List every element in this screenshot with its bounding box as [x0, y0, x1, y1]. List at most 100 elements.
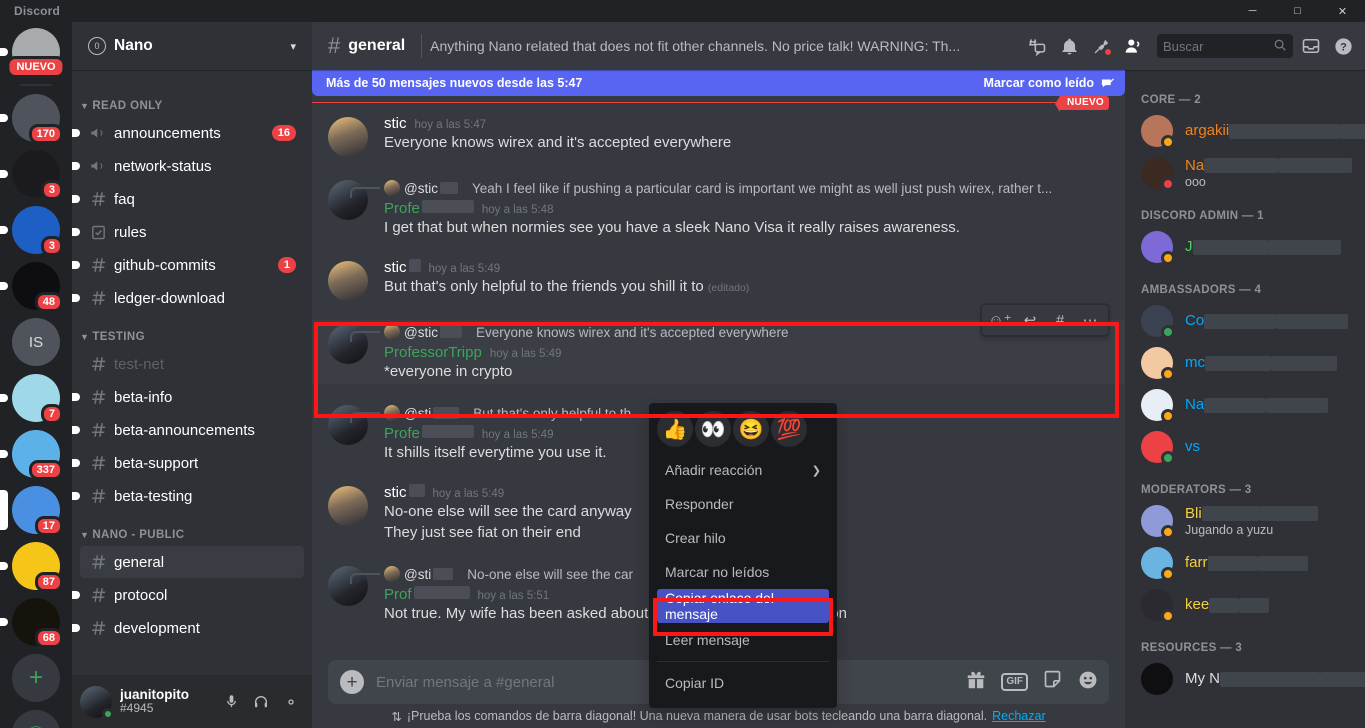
avatar[interactable]	[328, 486, 368, 526]
sidebar-item-beta-announcements[interactable]: beta-announcements	[72, 414, 304, 446]
avatar[interactable]	[1141, 231, 1175, 265]
server-item[interactable]: NUEVO	[0, 24, 72, 80]
member-list-item[interactable]: kee	[1133, 584, 1357, 626]
inbox-icon[interactable]	[1297, 32, 1325, 60]
server-icon-digibyte-server[interactable]: 3	[12, 206, 63, 256]
avatar[interactable]	[328, 566, 368, 606]
server-item[interactable]: IS	[0, 314, 72, 370]
avatar[interactable]	[1141, 431, 1175, 465]
threads-icon[interactable]	[1023, 32, 1051, 60]
server-item[interactable]: 87	[0, 538, 72, 594]
context-menu-item[interactable]: Marcar no leídos	[657, 555, 829, 589]
create-thread-icon[interactable]: #	[1046, 306, 1074, 334]
sidebar-item-beta-testing[interactable]: beta-testing	[72, 480, 304, 512]
avatar[interactable]	[1141, 663, 1173, 695]
user-identity[interactable]: juanitopito #4945	[120, 687, 218, 716]
hundred-points-emoji[interactable]: 💯	[771, 411, 807, 447]
member-list-item[interactable]: Na ooo	[1133, 152, 1357, 194]
member-list-item[interactable]: mc	[1133, 342, 1357, 384]
context-menu-item[interactable]: Leer mensaje	[657, 623, 829, 657]
member-list-item[interactable]: Bli Jugando a yuzu	[1133, 500, 1357, 542]
server-item[interactable]: 68	[0, 594, 72, 650]
server-icon-tron-server[interactable]: 3	[12, 150, 63, 200]
sidebar-item-beta-info[interactable]: beta-info	[72, 381, 304, 413]
sidebar-item-rules[interactable]: rules	[72, 216, 304, 248]
user-settings-gear-icon[interactable]	[278, 689, 304, 715]
member-list-item[interactable]: vs	[1133, 426, 1357, 468]
close-button[interactable]: ✕	[1320, 0, 1365, 22]
server-icon-yellow-server[interactable]: 87	[12, 542, 63, 592]
sidebar-item-general[interactable]: general	[80, 546, 304, 578]
member-list-item[interactable]: Co	[1133, 300, 1357, 342]
member-list-item[interactable]: Na	[1133, 384, 1357, 426]
server-icon-is-server[interactable]: IS	[12, 318, 60, 366]
mark-as-read-button[interactable]: Marcar como leído	[984, 76, 1115, 91]
avatar[interactable]	[1141, 347, 1175, 381]
thumbs-up-emoji[interactable]: 👍	[657, 411, 693, 447]
sidebar-item-protocol[interactable]: protocol	[72, 579, 304, 611]
sidebar-item-ledger-download[interactable]: ledger-download	[72, 282, 304, 314]
context-menu-item[interactable]: Responder	[657, 487, 829, 521]
server-icon-chart-server[interactable]: 17	[12, 486, 63, 536]
context-menu-item[interactable]: Añadir reacción ❯	[657, 453, 829, 487]
search-input[interactable]: Buscar	[1157, 34, 1293, 58]
channel-category[interactable]: ▼ NANO - PUBLIC	[72, 513, 312, 545]
more-options-icon[interactable]: ⋯	[1076, 306, 1104, 334]
context-menu-item[interactable]: Crear hilo	[657, 521, 829, 555]
maximize-button[interactable]: □	[1275, 0, 1320, 22]
avatar[interactable]	[1141, 589, 1175, 623]
member-list-item[interactable]: My N	[1133, 658, 1365, 700]
message-hover-toolbar[interactable]: ☺⁺ ↩ # ⋯	[981, 304, 1109, 336]
dismiss-hint-link[interactable]: Rechazar	[992, 709, 1046, 723]
emoji-icon[interactable]	[1077, 669, 1099, 696]
add-attachment-icon[interactable]: +	[340, 670, 364, 694]
avatar[interactable]	[328, 261, 368, 301]
eyes-emoji[interactable]: 👀	[695, 411, 731, 447]
context-menu-item[interactable]: Copiar enlace del mensaje	[657, 589, 829, 623]
avatar[interactable]	[1141, 389, 1175, 423]
sidebar-item-faq[interactable]: faq	[72, 183, 304, 215]
chevron-down-icon[interactable]: ▾	[290, 40, 296, 53]
sidebar-item-network-status[interactable]: network-status	[72, 150, 304, 182]
compass-icon[interactable]: ⦿	[12, 710, 60, 728]
server-item[interactable]: 3	[0, 202, 72, 258]
message-item[interactable]: stic hoy a las 5:47 Everyone knows wirex a…	[312, 113, 1125, 159]
avatar[interactable]	[1141, 115, 1175, 149]
avatar[interactable]	[328, 324, 368, 364]
server-icon-nuevo-server[interactable]: NUEVO	[6, 28, 66, 78]
server-item[interactable]: 17	[0, 482, 72, 538]
avatar[interactable]	[1141, 505, 1175, 539]
message-context-menu[interactable]: 👍 👀 😆 💯 Añadir reacción ❯ Responder Crear hilo…	[649, 403, 837, 708]
avatar[interactable]	[80, 685, 114, 720]
add-reaction-icon[interactable]: ☺⁺	[986, 306, 1014, 334]
plus-icon[interactable]: +	[12, 654, 60, 702]
channel-topic[interactable]: Anything Nano related that does not fit …	[430, 38, 960, 54]
server-item[interactable]: 170	[0, 90, 72, 146]
sidebar-item-test-net[interactable]: test-net	[80, 348, 304, 380]
guild-header[interactable]: 0 Nano ▾	[72, 22, 312, 70]
add-server-button[interactable]: +	[0, 650, 72, 706]
member-list-item[interactable]: farr	[1133, 542, 1357, 584]
grinning-squint-emoji[interactable]: 😆	[733, 411, 769, 447]
sidebar-item-development[interactable]: development	[72, 612, 304, 644]
channel-category[interactable]: ▼ TESTING	[72, 315, 312, 347]
server-item[interactable]: 48	[0, 258, 72, 314]
avatar[interactable]	[1141, 157, 1175, 191]
member-list-item[interactable]: argakii	[1133, 110, 1365, 152]
avatar[interactable]	[328, 405, 368, 445]
microphone-icon[interactable]	[218, 689, 244, 715]
server-icon-bitcoin-server[interactable]: 337	[12, 430, 63, 480]
minimize-button[interactable]: ─	[1230, 0, 1275, 22]
reply-context[interactable]: @stic Yeah I feel like if pushing a parti…	[350, 178, 1109, 198]
sticker-icon[interactable]	[1042, 669, 1063, 695]
member-list-item[interactable]: J	[1133, 226, 1357, 268]
server-icon-muscle-server[interactable]: 7	[12, 374, 63, 424]
avatar[interactable]	[328, 180, 368, 220]
message-item[interactable]: @stic Everyone knows wirex and it's accep…	[312, 304, 1125, 384]
server-item[interactable]: 7	[0, 370, 72, 426]
server-icon-server-170[interactable]: 170	[12, 94, 63, 144]
server-item[interactable]: 337	[0, 426, 72, 482]
context-menu-item[interactable]: Copiar ID	[657, 666, 829, 700]
headphones-icon[interactable]	[248, 689, 274, 715]
avatar[interactable]	[328, 117, 368, 157]
